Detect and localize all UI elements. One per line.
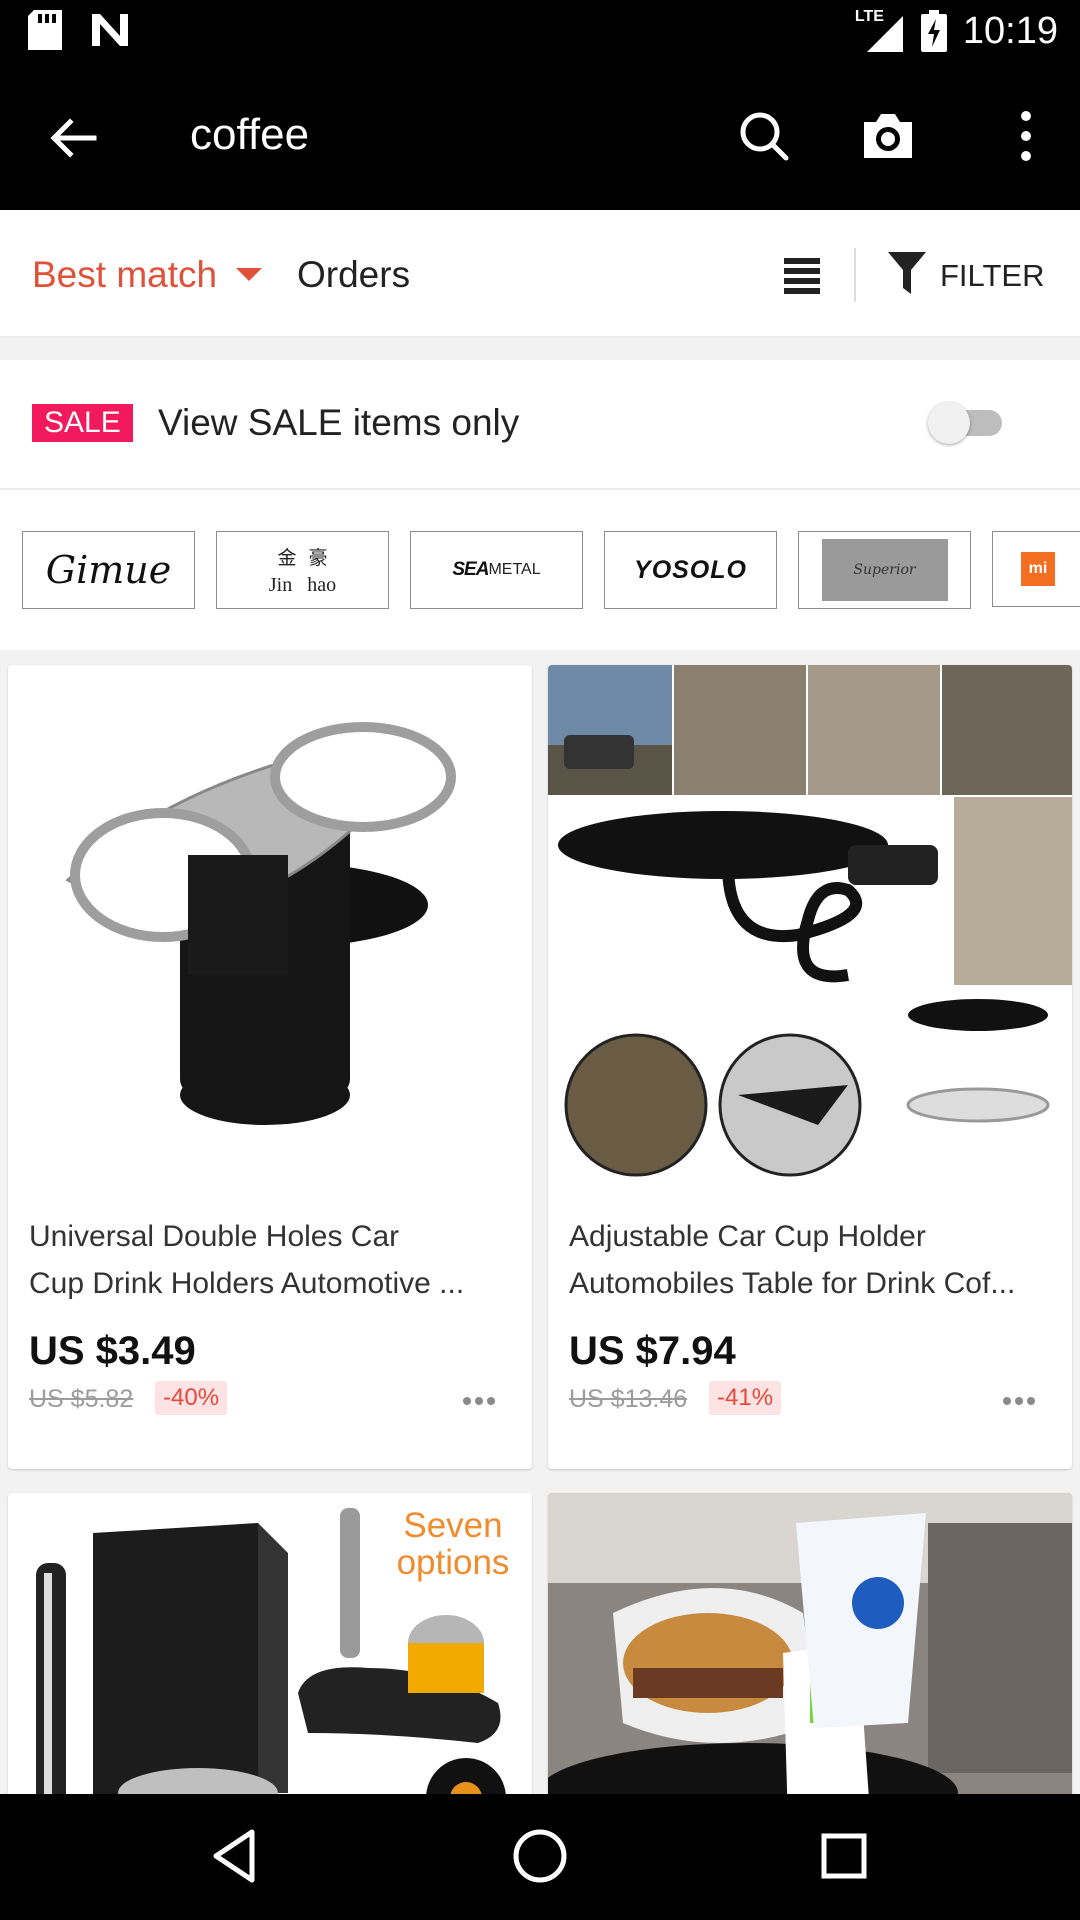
sale-badge: SALE [32,404,133,442]
sort-orders[interactable]: Orders [297,254,410,296]
sale-toggle-label: View SALE items only [158,402,520,443]
lte-signal-icon: LTE [855,8,905,54]
brand-logo-jinhao[interactable]: 金 豪 Jin hao [216,531,389,609]
back-arrow-icon[interactable] [46,112,98,164]
sort-best-match[interactable]: Best match [32,254,217,296]
product-image-cup-holder [8,665,532,1195]
list-view-icon[interactable] [782,256,822,296]
battery-charging-icon [920,10,947,52]
camera-icon[interactable] [860,108,916,164]
nav-recents-icon[interactable] [812,1824,876,1888]
sale-toggle-switch[interactable] [928,402,1008,444]
more-dots-icon[interactable] [1002,1395,1036,1407]
product-original-price: US $13.46 [569,1385,688,1413]
nav-home-icon[interactable] [508,1824,572,1888]
divider [854,248,856,302]
product-title-line: Cup Drink Holders Automotive ... [29,1267,465,1300]
superior-logo-plate: Superior [821,539,948,601]
brand-strip: Gimue 金 豪 Jin hao SEA METAL YOSOLO Superi… [0,490,1080,650]
brand-logo-seametal[interactable]: SEA METAL [410,531,583,609]
filter-icon[interactable] [886,250,928,296]
clock: 10:19 [962,9,1058,52]
sale-filter-row: SALE View SALE items only [0,360,1080,490]
search-icon[interactable] [736,108,792,164]
brand-logo-xiaomi[interactable]: mi [992,531,1080,607]
brand-logo-superior[interactable]: Superior [798,531,971,609]
more-options-icon[interactable] [998,108,1054,164]
discount-badge: -40% [155,1381,228,1415]
sd-card-icon [28,10,62,50]
notification-n-icon [92,14,128,46]
more-dots-icon[interactable] [462,1395,496,1407]
sort-bar: Best match Orders FILTER [0,210,1080,338]
product-original-price: US $5.82 [29,1385,134,1413]
product-price: US $3.49 [29,1329,196,1373]
brand-logo-gimue[interactable]: Gimue [22,531,195,609]
product-image-car-tray-food [548,1493,1072,1823]
app-bar: coffee [0,64,1080,210]
product-overlay-text: Seven options [396,1506,510,1582]
product-title-line: Adjustable Car Cup Holder [569,1220,926,1253]
product-title-line: Universal Double Holes Car [29,1220,400,1253]
filter-button[interactable]: FILTER [940,258,1045,294]
product-card[interactable]: Seven options [8,1493,532,1823]
product-title-line: Automobiles Table for Drink Cof... [569,1267,1016,1300]
brand-logo-yosolo[interactable]: YOSOLO [604,531,777,609]
product-card[interactable] [548,1493,1072,1823]
discount-badge: -41% [709,1381,782,1415]
status-bar: LTE 10:19 [0,0,1080,64]
product-card[interactable]: Adjustable Car Cup Holder Automobiles Ta… [548,665,1072,1469]
nav-back-icon[interactable] [204,1824,268,1888]
search-query-title[interactable]: coffee [190,110,309,160]
dropdown-caret-icon[interactable] [236,268,262,281]
toggle-thumb [928,402,970,444]
system-nav-bar [0,1794,1080,1920]
product-card[interactable]: Universal Double Holes Car Cup Drink Hol… [8,665,532,1469]
product-image-car-tray [548,665,1072,1195]
product-price: US $7.94 [569,1329,736,1373]
